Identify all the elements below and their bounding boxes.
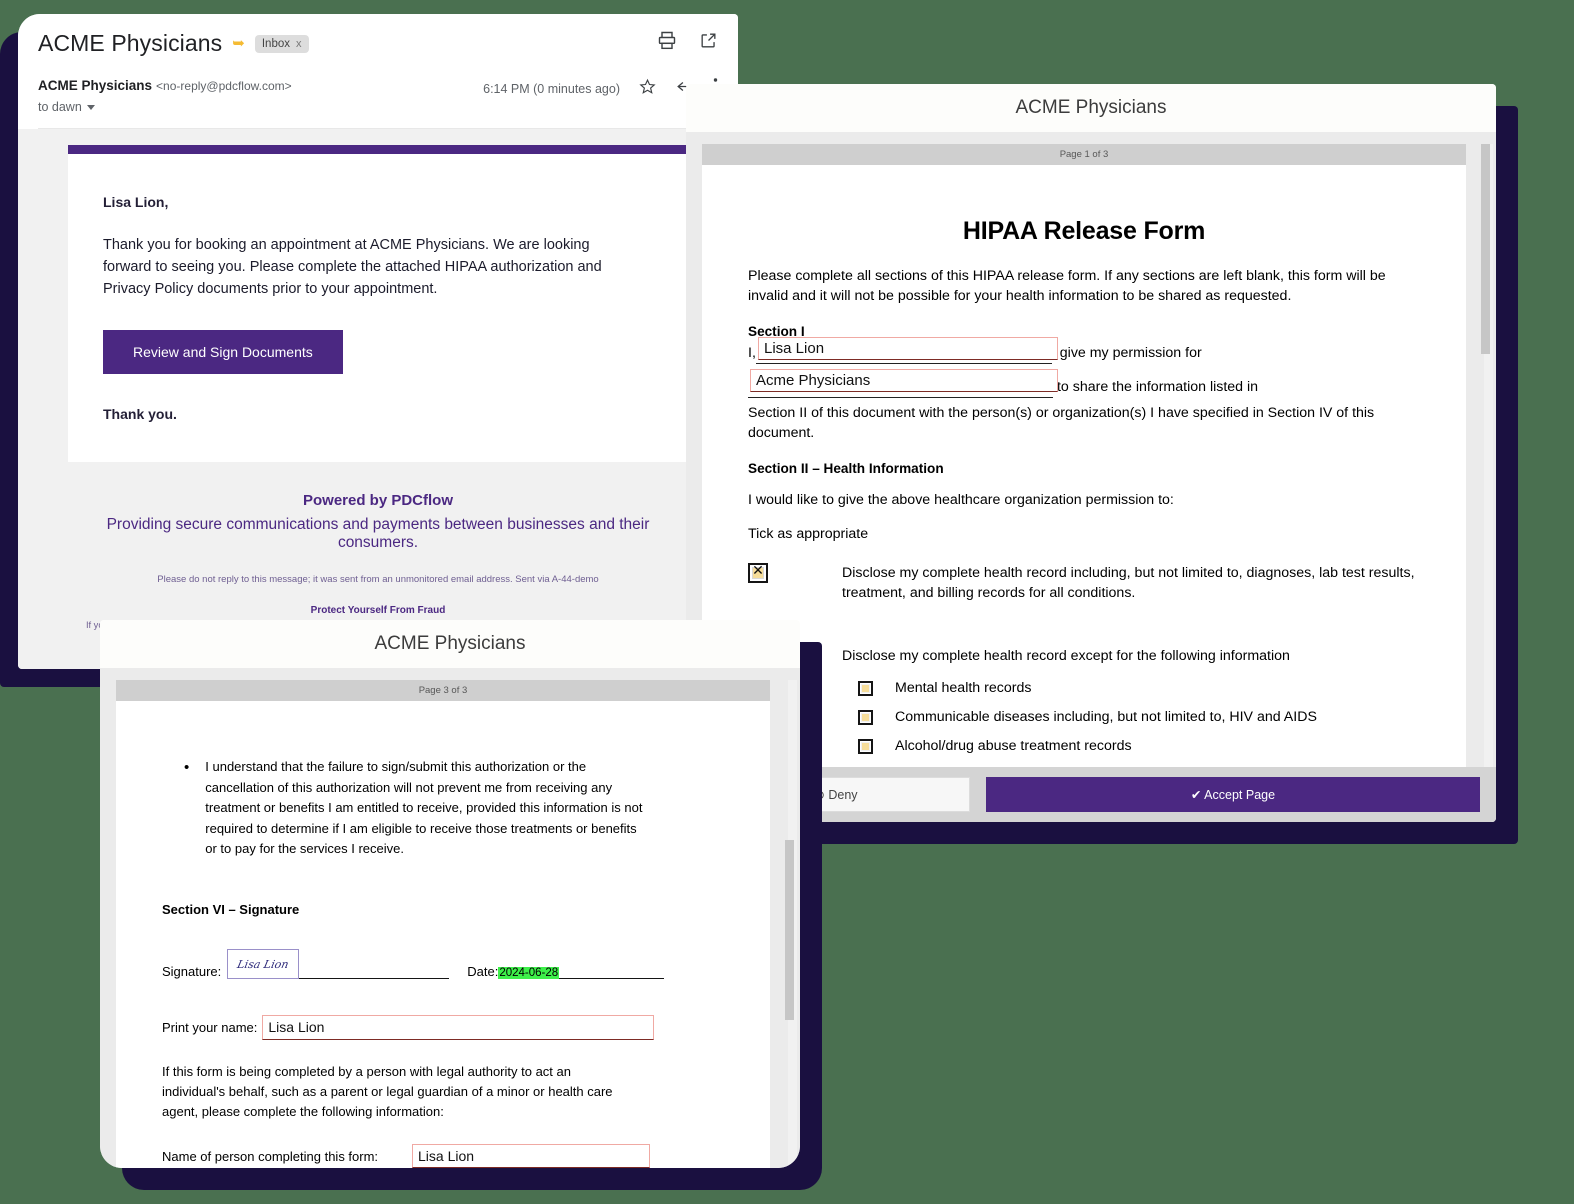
option-b-row: Disclose my complete health record excep… [748,645,1420,667]
close-icon[interactable]: x [296,38,302,50]
email-body-region: Lisa Lion, Thank you for booking an appo… [18,129,738,669]
hipaa-page: Page 1 of 3 HIPAA Release Form Please co… [702,144,1466,822]
checkbox-alcohol-drug[interactable] [858,738,873,754]
inbox-label-chip[interactable]: Inbox x [254,34,309,53]
completer-name-input[interactable] [412,1144,650,1168]
email-header-actions [657,30,718,50]
document-action-bar: ⊘ Deny ✔ Accept Page [686,767,1496,822]
signature-ink: Lisa Lion [236,957,291,971]
email-subject-row: ACME Physicians ➥ Inbox x [38,30,718,57]
signature-document-viewport: Page 3 of 3 • I understand that the fail… [100,668,800,1168]
list-item[interactable]: Alcohol/drug abuse treatment records [858,738,1420,754]
section-1-tail-text: Section II of this document with the per… [748,404,1375,442]
recipient-text: to dawn [38,100,82,114]
screenshot-stage: ACME Physicians ➥ Inbox x ACME Physician… [0,0,1574,1204]
form-intro: Please complete all sections of this HIP… [748,268,1386,305]
list-item-label: Mental health records [895,680,1032,697]
print-icon[interactable] [657,30,677,50]
accept-label: Accept Page [1204,788,1276,802]
vertical-scrollbar[interactable] [1481,144,1493,822]
sender-email: <no-reply@pdcflow.com> [156,79,292,93]
powered-by-pdcflow: Powered by PDCflow [302,492,454,510]
section-1-org-tail: to share the information listed in [1056,378,1259,395]
section-1-mid-text: , give my permission for [1051,344,1202,361]
option-a-row: Disclose my complete health record inclu… [748,562,1420,604]
page-indicator: Page 1 of 3 [702,144,1466,165]
patient-name-input[interactable] [758,336,1058,360]
signature-window-title: ACME Physicians [100,620,800,668]
fraud-title: Protect Yourself From Fraud [310,605,446,617]
tick-as-appropriate-label: Tick as appropriate [748,526,869,543]
check-icon: ✔ [1190,788,1202,802]
print-name-label: Print your name: [162,1019,258,1035]
section-1-prefix: I, [748,344,756,361]
date-value: 2024-06-28 [498,966,560,979]
recipient-line[interactable]: to dawn [38,100,292,114]
hipaa-document-viewport: Page 1 of 3 HIPAA Release Form Please co… [686,132,1496,822]
list-item-label: Alcohol/drug abuse treatment records [895,738,1132,755]
email-window: ACME Physicians ➥ Inbox x ACME Physician… [18,14,738,669]
review-and-sign-documents-button[interactable]: Review and Sign Documents [103,330,343,375]
bullet-icon: • [184,759,190,776]
section-1-line-2: to share the information listed in [748,368,1420,401]
deny-icon: ⊘ [814,788,825,802]
acknowledgement-bullet: • I understand that the failure to sign/… [156,757,730,860]
important-marker-icon[interactable]: ➥ [232,36,245,51]
option-a-label: Disclose my complete health record inclu… [842,564,1415,602]
email-sender-row: ACME Physicians <no-reply@pdcflow.com> to… [38,77,718,114]
hipaa-window-title: ACME Physicians [686,84,1496,132]
signature-rule [299,977,450,979]
chevron-down-icon[interactable] [86,104,95,110]
print-name-input[interactable] [262,1014,655,1040]
print-name-row: Print your name: [156,1014,730,1040]
signature-field[interactable]: Lisa Lion [227,948,300,979]
star-icon[interactable] [639,78,656,100]
option-b-label: Disclose my complete health record excep… [842,647,1290,664]
hipaa-document-window: ACME Physicians Page 1 of 3 HIPAA Releas… [686,84,1496,822]
signature-row: Signature: Lisa Lion Date: 2024-06-28 [156,948,730,979]
section-2-lead: I would like to give the above healthcar… [748,491,1174,508]
scrollbar-thumb[interactable] [1481,144,1490,354]
section-2-heading: Section II – Health Information [748,460,944,476]
email-content-card: Lisa Lion, Thank you for booking an appo… [68,145,688,463]
signature-label: Signature: [162,963,222,979]
completer-name-row: Name of person completing this form: [156,1144,730,1168]
email-greeting: Lisa Lion, [103,194,169,210]
completer-name-label: Name of person completing this form: [162,1148,379,1164]
no-reply-note: Please do not reply to this message; it … [157,574,599,586]
page-indicator: Page 3 of 3 [116,680,770,701]
section-6-heading: Section VI – Signature [162,901,300,917]
checkbox-disclose-complete-record[interactable] [748,562,768,583]
email-subject: ACME Physicians [38,30,223,56]
date-label: Date: [467,963,499,979]
list-item-label: Communicable diseases including, but not… [895,709,1317,726]
or-label: Or [748,620,1420,636]
legal-authority-text: If this form is being completed by a per… [162,1063,613,1119]
scrollbar-thumb[interactable] [785,840,794,1020]
signature-form-content: • I understand that the failure to sign/… [116,701,770,1168]
accept-page-button[interactable]: ✔ Accept Page [985,777,1480,812]
acknowledgement-text: I understand that the failure to sign/su… [205,759,643,857]
organization-input[interactable] [750,368,1058,392]
list-item[interactable]: Communicable diseases including, but not… [858,709,1420,725]
signature-page: Page 3 of 3 • I understand that the fail… [116,680,770,1168]
inbox-label-text: Inbox [261,37,290,50]
email-meta: 6:14 PM (0 minutes ago) [483,77,718,101]
open-in-new-icon[interactable] [699,31,718,50]
email-closing: Thank you. [103,406,177,423]
pdcflow-tagline: Providing secure communications and paym… [106,516,650,552]
hipaa-form-content: HIPAA Release Form Please complete all s… [702,165,1466,822]
checkbox-mental-health[interactable] [858,680,873,696]
email-paragraph: Thank you for booking an appointment at … [103,237,602,298]
form-title: HIPAA Release Form [962,217,1206,245]
checkbox-communicable-diseases[interactable] [858,709,873,725]
list-item[interactable]: Mental health records [858,680,1420,696]
vertical-scrollbar[interactable] [785,680,797,1168]
date-rule [559,977,665,979]
email-header: ACME Physicians ➥ Inbox x ACME Physician… [18,14,738,129]
signature-document-window: ACME Physicians Page 3 of 3 • I understa… [100,620,800,1168]
sender-name: ACME Physicians [38,78,153,93]
deny-label: Deny [828,788,858,802]
email-timestamp: 6:14 PM (0 minutes ago) [483,82,620,96]
